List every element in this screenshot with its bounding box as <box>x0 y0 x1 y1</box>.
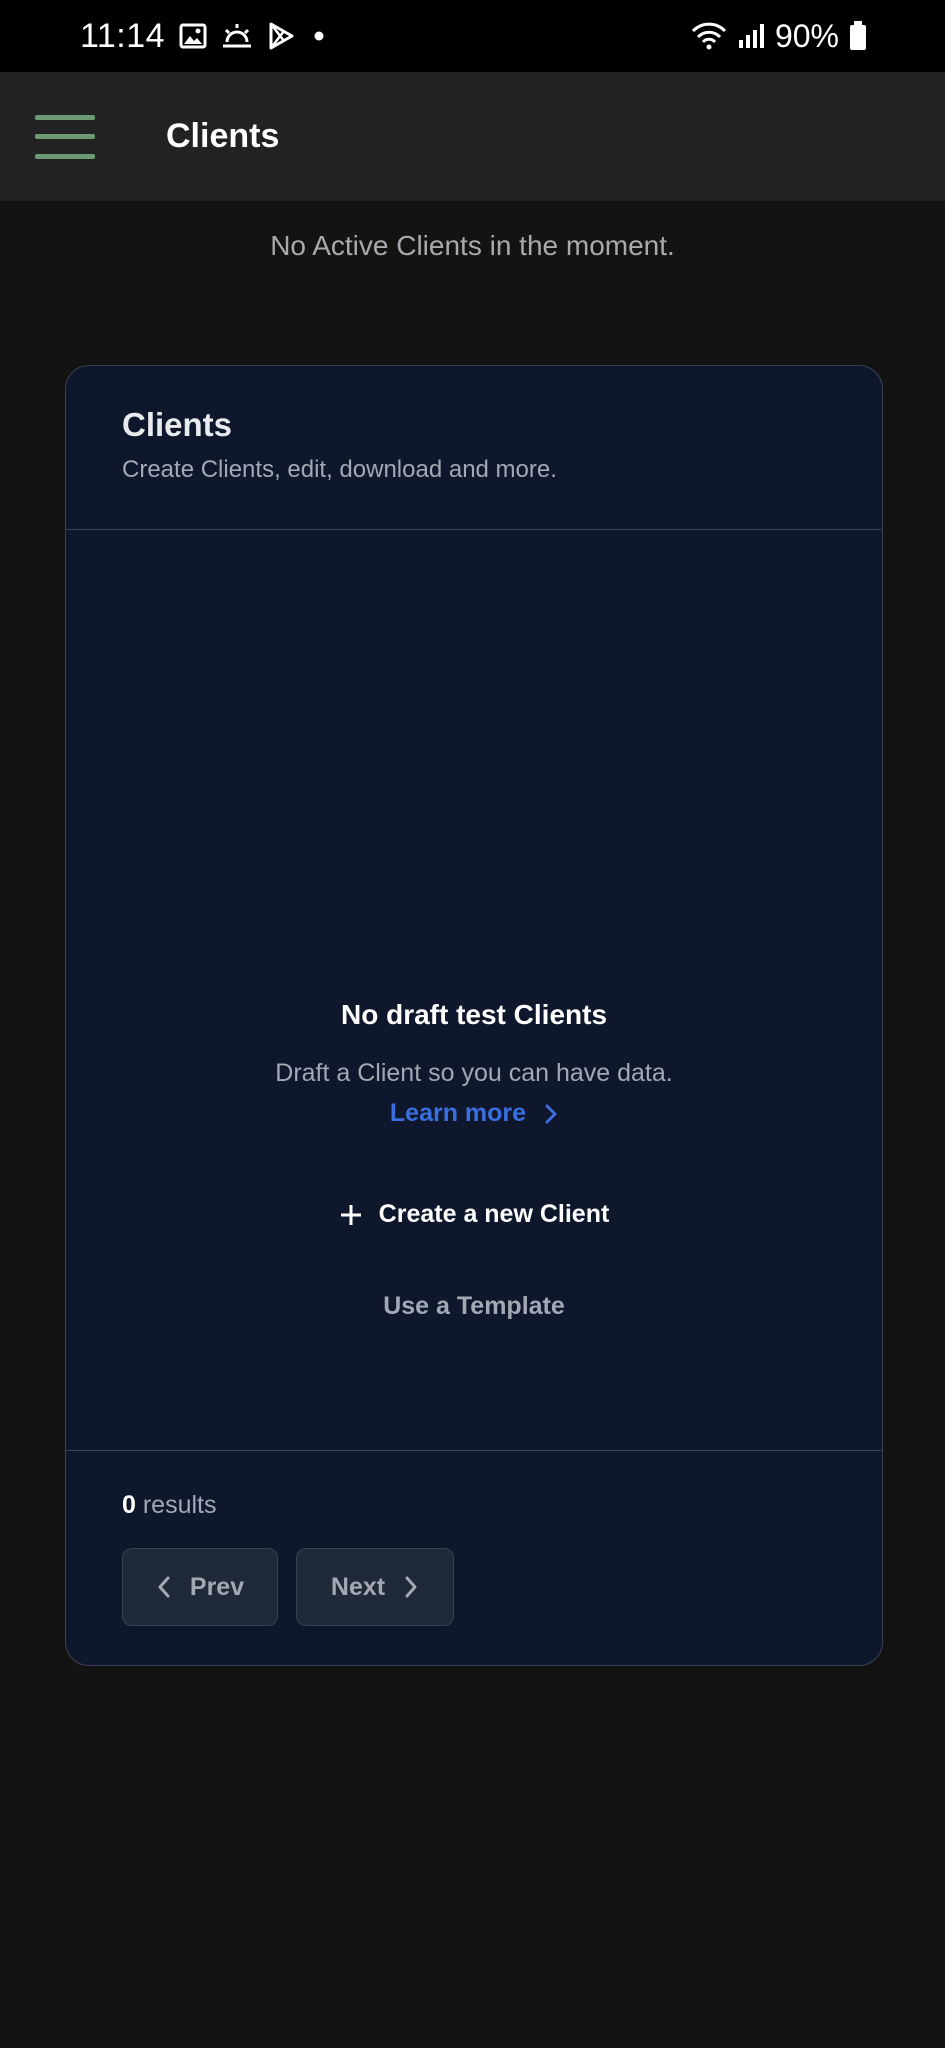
create-client-button[interactable]: Create a new Client <box>66 1200 882 1229</box>
plus-icon <box>339 1203 363 1227</box>
prev-label: Prev <box>189 1572 245 1601</box>
clients-card: Clients Create Clients, edit, download a… <box>65 365 883 1666</box>
menu-line <box>35 134 95 139</box>
empty-state: No draft test Clients Draft a Client so … <box>66 530 882 1451</box>
next-label: Next <box>330 1572 386 1601</box>
chevron-right-icon <box>544 1103 558 1125</box>
card-title: Clients <box>122 406 233 443</box>
page-title: Clients <box>166 117 280 155</box>
pagination: Prev Next <box>122 1548 882 1626</box>
app-bar: Clients <box>0 72 945 201</box>
chevron-left-icon <box>156 1575 172 1599</box>
hamburger-menu-icon[interactable] <box>35 114 95 159</box>
card-footer: 0 results Prev Next <box>66 1451 882 1626</box>
status-bar: 11:14 90% <box>0 0 945 72</box>
prev-button[interactable]: Prev <box>122 1548 278 1626</box>
card-header: Clients Create Clients, edit, download a… <box>66 366 882 530</box>
wifi-icon <box>691 21 727 51</box>
battery-icon <box>849 21 867 51</box>
empty-state-heading: No draft test Clients <box>340 999 608 1030</box>
status-time: 11:14 <box>80 16 166 55</box>
learn-more-label: Learn more <box>389 1099 527 1127</box>
chevron-right-icon <box>403 1575 419 1599</box>
dot-icon <box>309 26 329 46</box>
results-label: results <box>142 1491 217 1519</box>
create-client-label: Create a new Client <box>378 1200 610 1228</box>
play-store-icon <box>267 21 295 51</box>
results-summary: 0 results <box>122 1491 882 1520</box>
use-template-button[interactable]: Use a Template <box>66 1292 882 1321</box>
signal-icon <box>737 22 765 50</box>
status-right: 90% <box>691 18 867 55</box>
menu-line <box>35 114 95 120</box>
empty-state-description: Draft a Client so you can have data. <box>275 1059 673 1087</box>
no-active-clients-notice: No Active Clients in the moment. <box>270 230 675 261</box>
weather-icon <box>221 22 253 50</box>
next-button[interactable]: Next <box>296 1548 454 1626</box>
menu-line <box>35 153 95 159</box>
status-left: 11:14 <box>80 17 691 56</box>
gallery-icon <box>179 23 207 49</box>
battery-percent: 90% <box>774 17 839 54</box>
card-subtitle: Create Clients, edit, download and more. <box>122 456 557 483</box>
learn-more-link[interactable]: Learn more <box>66 1099 882 1128</box>
results-count: 0 <box>122 1491 136 1519</box>
